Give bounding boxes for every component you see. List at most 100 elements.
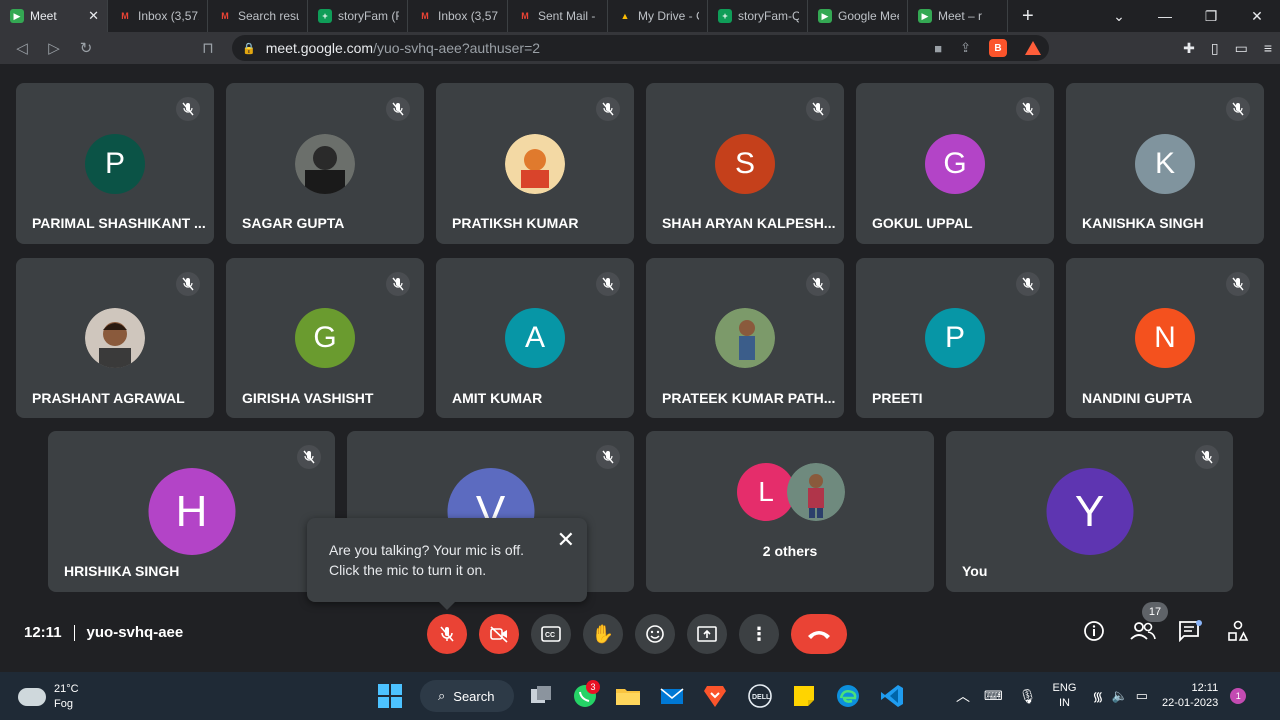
self-tile[interactable]: Y You — [946, 431, 1233, 592]
volume-icon[interactable]: 🔈 — [1111, 688, 1127, 704]
tab-inbox-2[interactable]: M Inbox (3,57 — [408, 0, 508, 32]
tab-search[interactable]: M Search resul — [208, 0, 308, 32]
bookmark-icon[interactable]: ⊓ — [192, 39, 224, 57]
weather-widget[interactable]: 21°C Fog — [18, 682, 79, 712]
participant-tile[interactable]: G GIRISHA VASHISHT — [226, 258, 424, 418]
sticky-notes-icon[interactable] — [791, 683, 817, 709]
share-icon[interactable]: ⇪ — [960, 40, 971, 56]
participant-name: HRISHIKA SINGH — [64, 563, 180, 579]
wallet-icon[interactable]: ▭ — [1235, 40, 1248, 57]
others-tile[interactable]: L 2 others — [646, 431, 934, 592]
avatar-photo — [505, 134, 565, 194]
language-indicator[interactable]: ENG IN — [1053, 681, 1077, 711]
tab-storyfam-q[interactable]: + storyFam-Q — [708, 0, 808, 32]
participant-tile[interactable]: PRASHANT AGRAWAL — [16, 258, 214, 418]
tab-inbox[interactable]: M Inbox (3,571 — [108, 0, 208, 32]
mic-toggle-button[interactable] — [427, 614, 467, 654]
new-tab-icon[interactable]: + — [1022, 5, 1034, 28]
participant-tile[interactable]: SAGAR GUPTA — [226, 83, 424, 244]
meet-icon: ▶ — [818, 9, 832, 23]
svg-text:DELL: DELL — [752, 694, 771, 701]
file-explorer-icon[interactable] — [615, 683, 641, 709]
forward-icon[interactable]: ▷ — [38, 39, 70, 57]
menu-icon[interactable]: ≡ — [1264, 40, 1272, 56]
present-button[interactable] — [687, 614, 727, 654]
microphone-icon[interactable]: 🎙 — [1019, 688, 1037, 705]
gmail-icon: M — [421, 11, 429, 21]
raise-hand-button[interactable]: ✋ — [583, 614, 623, 654]
leave-call-button[interactable] — [791, 614, 847, 654]
keyboard-icon[interactable]: ⌨ — [984, 688, 1003, 704]
address-bar[interactable]: 🔒 meet.google.com /yuo-svhq-aee?authuser… — [232, 35, 1049, 61]
tab-my-drive[interactable]: ▲ My Drive - C — [608, 0, 708, 32]
clock-widget[interactable]: 12:11 22-01-2023 — [1162, 681, 1218, 711]
tab-title: Meet — [30, 9, 57, 23]
participant-name: KANISHKA SINGH — [1082, 215, 1204, 231]
captions-button[interactable]: CC — [531, 614, 571, 654]
wifi-icon[interactable]: ᯾ — [1092, 687, 1103, 705]
more-options-button[interactable]: ⋮ — [739, 614, 779, 654]
participant-tile[interactable]: P PREETI — [856, 258, 1054, 418]
vscode-icon[interactable] — [879, 683, 905, 709]
participant-tile[interactable]: N NANDINI GUPTA — [1066, 258, 1264, 418]
windows-start-icon[interactable] — [377, 683, 403, 709]
minimize-icon[interactable]: — — [1142, 8, 1188, 24]
tab-search-icon[interactable]: ⌄ — [1096, 8, 1142, 25]
participant-name: NANDINI GUPTA — [1082, 390, 1193, 406]
participant-tile[interactable]: K KANISHKA SINGH — [1066, 83, 1264, 244]
tab-storyfam[interactable]: + storyFam (R — [308, 0, 408, 32]
sidebar-icon[interactable]: ▯ — [1211, 40, 1219, 57]
close-icon[interactable]: ✕ — [88, 8, 99, 24]
close-window-icon[interactable]: ✕ — [1234, 8, 1280, 25]
meet-icon: ▶ — [10, 9, 24, 23]
tab-meet-r[interactable]: ▶ Meet – r — [908, 0, 1008, 32]
people-icon[interactable] — [1130, 620, 1156, 647]
chat-icon[interactable] — [1178, 620, 1202, 647]
extensions-icon[interactable]: ✚ — [1183, 40, 1195, 57]
dell-icon[interactable]: DELL — [747, 683, 773, 709]
camera-icon[interactable]: ■ — [934, 41, 942, 56]
mic-off-icon — [176, 97, 200, 121]
restore-icon[interactable]: ❐ — [1188, 8, 1234, 25]
tab-sent-mail[interactable]: M Sent Mail - I — [508, 0, 608, 32]
participant-tile[interactable]: H HRISHIKA SINGH — [48, 431, 335, 592]
language-code: ENG — [1052, 682, 1077, 694]
participant-tile[interactable]: PRATEEK KUMAR PATH... — [646, 258, 844, 418]
camera-toggle-button[interactable] — [479, 614, 519, 654]
mail-icon[interactable] — [659, 683, 685, 709]
mic-off-icon — [1226, 97, 1250, 121]
cloud-icon — [18, 688, 46, 706]
participant-name: PREETI — [872, 390, 923, 406]
mic-off-icon — [386, 272, 410, 296]
tab-meet-active[interactable]: ▶ Meet ✕ — [0, 0, 108, 32]
close-icon[interactable]: ✕ — [557, 529, 575, 551]
meeting-details-icon[interactable] — [1083, 620, 1105, 647]
task-view-icon[interactable] — [528, 683, 554, 709]
brave-browser-icon[interactable] — [702, 683, 728, 709]
meeting-info: 12:11 yuo-svhq-aee — [24, 624, 183, 642]
participant-tile[interactable]: A AMIT KUMAR — [436, 258, 634, 418]
tooltip-text-line1: Are you talking? Your mic is off. — [329, 542, 525, 558]
activities-icon[interactable] — [1227, 620, 1249, 647]
battery-icon[interactable]: ▭ — [1136, 688, 1148, 704]
reload-icon[interactable]: ↻ — [70, 39, 102, 57]
chevron-up-icon[interactable]: ︿ — [956, 686, 970, 706]
reactions-button[interactable] — [635, 614, 675, 654]
participant-tile[interactable]: PRATIKSH KUMAR — [436, 83, 634, 244]
brave-rewards-icon[interactable] — [1025, 41, 1041, 55]
taskbar-search[interactable]: ⌕ Search — [420, 680, 514, 712]
participant-tile[interactable]: P PARIMAL SHASHIKANT ... — [16, 83, 214, 244]
back-icon[interactable]: ◁ — [6, 39, 38, 57]
participant-tile[interactable]: G GOKUL UPPAL — [856, 83, 1054, 244]
url-path: /yuo-svhq-aee?authuser=2 — [373, 40, 541, 56]
meet-icon: ▶ — [918, 9, 932, 23]
brave-shield-icon[interactable]: B — [989, 39, 1007, 57]
participant-name: PRATIKSH KUMAR — [452, 215, 579, 231]
phone-hangup-icon — [808, 631, 830, 639]
tab-google-meet[interactable]: ▶ Google Mee — [808, 0, 908, 32]
edge-icon[interactable] — [835, 683, 861, 709]
tab-title: Inbox (3,571 — [138, 9, 199, 23]
notification-center-badge[interactable]: 1 — [1230, 688, 1247, 704]
tab-title: Inbox (3,57 — [438, 9, 499, 23]
participant-tile[interactable]: S SHAH ARYAN KALPESH... — [646, 83, 844, 244]
